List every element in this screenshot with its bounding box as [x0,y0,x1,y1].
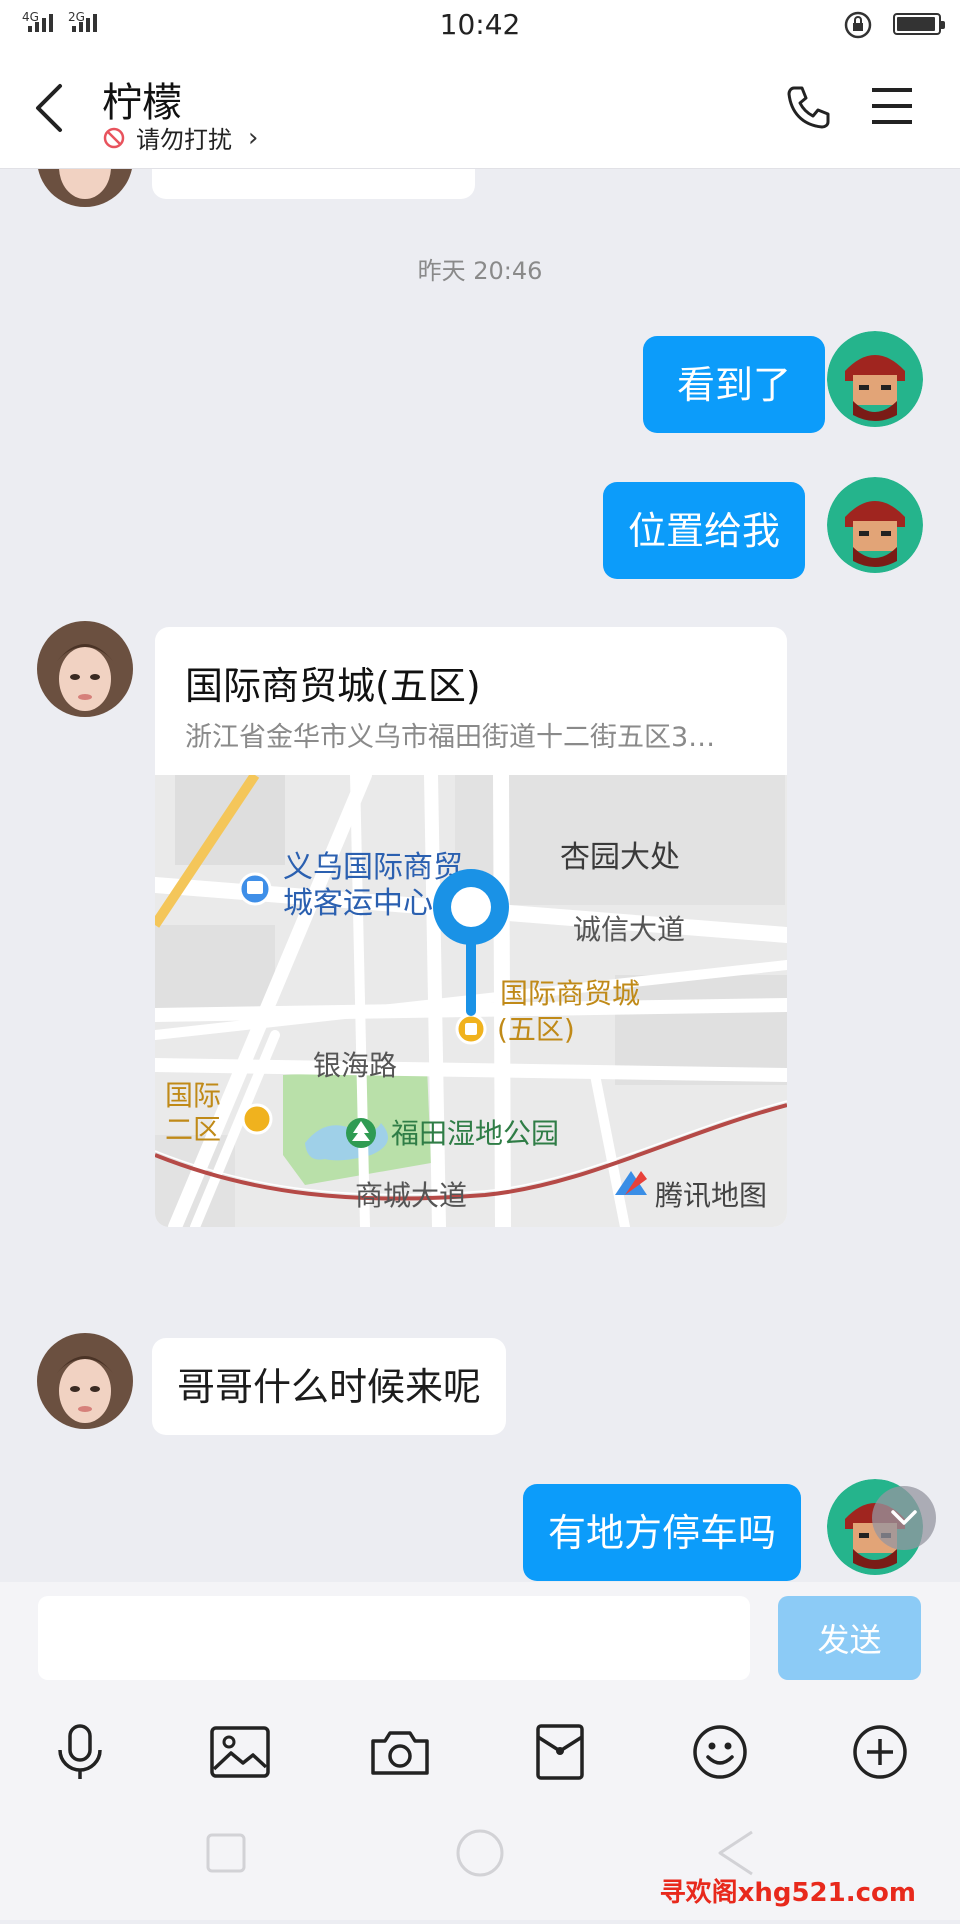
incoming-message-bubble[interactable]: 哥哥什么时候来呢 [152,1338,507,1435]
send-button[interactable]: 发送 [778,1596,921,1680]
plus-icon [853,1725,907,1779]
map-label-bus-station-2: 城客运中心 [283,886,433,921]
my-avatar[interactable] [827,477,923,573]
location-address: 浙江省金华市义乌市福田街道十二街五区3… [185,722,716,753]
message-text: 有地方停车吗 [548,1510,777,1555]
outgoing-message-bubble[interactable]: 位置给我 [603,482,806,579]
message-text: 位置给我 [628,508,781,553]
recent-apps-icon [206,1833,246,1873]
map-label-poi-left: 国际 [165,1079,221,1112]
camera-button[interactable] [360,1712,440,1792]
chat-header: 柠檬 请勿打扰 › [0,50,960,169]
red-packet-icon [536,1724,584,1780]
emoji-button[interactable] [680,1712,760,1792]
voice-button[interactable] [40,1712,120,1792]
map-label-road-3: 商城大道 [355,1179,467,1212]
home-icon [456,1829,504,1877]
do-not-disturb-icon [103,127,125,148]
outgoing-message-bubble[interactable]: 有地方停车吗 [523,1484,802,1581]
map-label-park: 福田湿地公园 [391,1117,559,1150]
location-message-card[interactable]: 国际商贸城(五区) 浙江省金华市义乌市福田街道十二街五区3… 义乌国际商贸 城客… [155,627,787,1227]
contact-avatar[interactable] [37,1333,133,1429]
watermark-text: 寻欢阁xhg521.com [659,1878,916,1908]
outgoing-message-bubble[interactable]: 看到了 [643,336,826,433]
scroll-to-bottom-button[interactable] [872,1486,936,1550]
do-not-disturb-status[interactable]: 请勿打扰 › [102,120,258,155]
status-bar: 4G 2G 10:42 [0,0,960,50]
map-label-road-2: 银海路 [313,1049,397,1082]
message-list[interactable]: 昨天 20:46 看到了 位置给我 国际商贸城(五区) 浙江省金华市义乌市福田街… [0,169,960,1581]
contact-avatar[interactable] [37,169,133,207]
back-nav-icon [718,1830,753,1876]
status-text: 请勿打扰 [136,126,232,154]
map-label-area: 杏园大处 [560,840,680,875]
contact-avatar[interactable] [37,621,133,717]
microphone-icon [58,1724,102,1779]
map-label-bus-station: 义乌国际商贸 [283,850,463,885]
previous-message-bubble[interactable] [152,169,475,199]
my-avatar[interactable] [827,331,923,427]
message-input[interactable] [38,1596,750,1680]
battery-icon [893,13,945,35]
chevron-right-icon: › [248,122,259,153]
menu-icon[interactable] [870,86,914,126]
map-label-poi-left-2: 二区 [165,1113,221,1146]
message-timestamp: 昨天 20:46 [417,257,543,285]
rotation-lock-icon [844,11,872,39]
camera-icon [371,1731,429,1775]
chevron-down-icon [891,1510,917,1525]
battery-level [897,17,935,31]
clock: 10:42 [439,8,521,41]
message-text: 哥哥什么时候来呢 [177,1364,482,1409]
image-icon [210,1726,270,1778]
image-button[interactable] [200,1712,280,1792]
red-packet-button[interactable] [520,1712,600,1792]
message-text: 看到了 [677,362,792,407]
phone-call-icon[interactable] [780,80,836,136]
map-label-poi: 国际商贸城 [500,977,640,1010]
poi-icon-2 [241,1103,273,1135]
map-provider-label: 腾讯地图 [655,1179,767,1212]
more-button[interactable] [840,1712,920,1792]
location-map[interactable]: 义乌国际商贸 城客运中心 杏园大处 诚信大道 国际商贸城 (五区) 银海路 国际… [155,775,787,1227]
location-title: 国际商贸城(五区) [185,664,481,708]
map-label-poi-2: (五区) [497,1013,575,1046]
back-arrow-icon[interactable] [30,80,70,136]
map-label-road-1: 诚信大道 [573,913,685,946]
emoji-icon [693,1725,747,1779]
